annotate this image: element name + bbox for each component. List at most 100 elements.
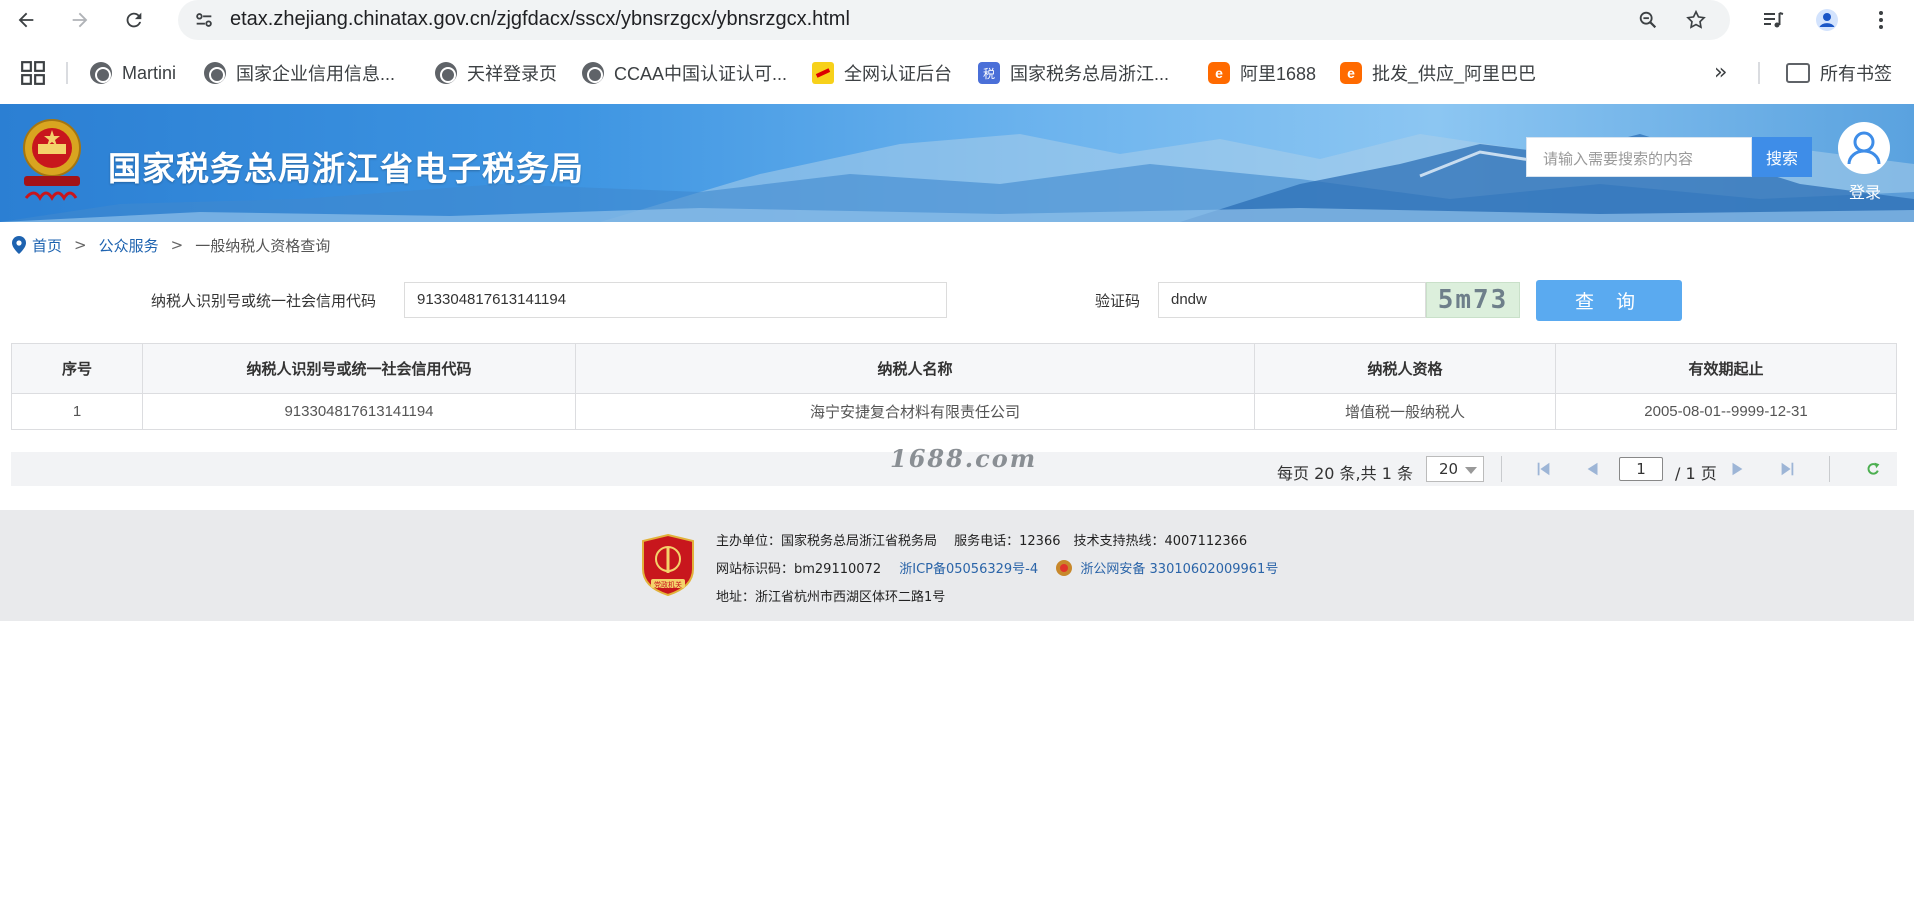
back-arrow-icon	[18, 12, 34, 28]
bookmark-label: 批发_供应_阿里巴巴	[1372, 64, 1537, 84]
bookmarks-divider	[66, 62, 68, 84]
bookmark-label: 国家企业信用信息...	[236, 64, 396, 84]
forward-button[interactable]	[64, 4, 96, 36]
more-bookmarks-chevron-icon[interactable]: »	[1714, 60, 1727, 85]
forward-arrow-icon	[72, 12, 88, 28]
police-badge-icon	[1056, 560, 1073, 576]
page-size-value: 20	[1439, 460, 1459, 478]
globe-icon	[204, 62, 226, 84]
table-cell-taxpayer-name: 海宁安捷复合材料有限责任公司	[575, 393, 1255, 430]
table-row: 1 913304817613141194 海宁安捷复合材料有限责任公司 增值税一…	[11, 393, 1897, 430]
url-text[interactable]: etax.zhejiang.chinatax.gov.cn/zjgfdacx/s…	[230, 8, 850, 31]
alibaba-logo-icon: e	[1208, 62, 1230, 84]
globe-icon	[90, 62, 112, 84]
page-size-select[interactable]: 20	[1426, 456, 1484, 482]
next-page-icon[interactable]	[1726, 458, 1748, 480]
globe-icon	[582, 62, 604, 84]
last-page-icon[interactable]	[1776, 458, 1798, 480]
footer-site-code: 网站标识码：bm29110072	[716, 562, 882, 577]
breadcrumb: 首页 > 公众服务 > 一般纳税人资格查询	[12, 234, 330, 256]
site-search-button[interactable]: 搜索	[1752, 137, 1812, 177]
previous-page-icon[interactable]	[1582, 458, 1604, 480]
login-link[interactable]: 登录	[1846, 179, 1884, 203]
bookmark-martini[interactable]: Martini	[90, 60, 176, 86]
bookmark-ali1688[interactable]: e 阿里1688	[1208, 60, 1316, 86]
first-page-icon[interactable]	[1533, 458, 1555, 480]
current-page-input[interactable]: 1	[1619, 457, 1663, 481]
table-cell-index: 1	[11, 393, 143, 430]
bookmark-credit-info[interactable]: 国家企业信用信息...	[204, 60, 395, 86]
location-pin-icon	[12, 236, 26, 254]
bookmark-tianxiang-login[interactable]: 天祥登录页	[435, 60, 557, 86]
footer-icp-link[interactable]: 浙ICP备05056329号-4	[899, 562, 1038, 577]
captcha-image[interactable]: 5m73	[1426, 282, 1520, 318]
breadcrumb-separator: >	[74, 236, 87, 254]
profile-avatar-icon[interactable]	[1812, 5, 1842, 35]
all-bookmarks-label: 所有书签	[1820, 64, 1892, 84]
refresh-icon[interactable]	[1862, 458, 1884, 480]
site-info-icon[interactable]	[190, 6, 218, 34]
government-badge-icon[interactable]: 党政机关	[641, 533, 695, 597]
table-cell-validity: 2005-08-01--9999-12-31	[1555, 393, 1897, 430]
column-header: 有效期起止	[1555, 343, 1897, 394]
bookmarks-divider	[1758, 62, 1760, 84]
results-table: 序号 纳税人识别号或统一社会信用代码 纳税人名称 纳税人资格 有效期起止 1 9…	[11, 343, 1897, 430]
bookmark-tax-zhejiang[interactable]: 税 国家税务总局浙江...	[978, 60, 1169, 86]
enterprise-logo-icon	[812, 62, 834, 84]
breadcrumb-public-service[interactable]: 公众服务	[99, 235, 159, 256]
site-title: 国家税务总局浙江省电子税务局	[108, 149, 584, 188]
bookmark-label: CCAA中国认证认可...	[614, 64, 788, 84]
folder-icon	[1786, 63, 1810, 83]
bookmark-alibaba-wholesale[interactable]: e 批发_供应_阿里巴巴	[1340, 60, 1536, 86]
bookmark-cert-backend[interactable]: 全网认证后台	[812, 60, 952, 86]
reload-button[interactable]	[118, 4, 150, 36]
watermark-text: 1688.com	[890, 444, 1038, 473]
tax-logo-icon: 税	[978, 62, 1000, 84]
footer-host-info: 主办单位：国家税务总局浙江省税务局 服务电话：12366 技术支持热线：4007…	[716, 534, 1248, 549]
bookmark-label: 阿里1688	[1240, 64, 1317, 84]
table-cell-taxpayer-id: 913304817613141194	[142, 393, 576, 430]
zoom-icon[interactable]	[1634, 6, 1662, 34]
site-search-input[interactable]: 请输入需要搜索的内容	[1526, 137, 1752, 177]
alibaba-logo-icon: e	[1340, 62, 1362, 84]
pager-summary: 每页 20 条,共 1 条	[1277, 464, 1413, 483]
media-control-icon[interactable]	[1758, 5, 1788, 35]
breadcrumb-current: 一般纳税人资格查询	[195, 236, 331, 255]
breadcrumb-home[interactable]: 首页	[32, 235, 62, 256]
back-button[interactable]	[10, 4, 42, 36]
column-header: 纳税人名称	[575, 343, 1255, 394]
bookmark-star-icon[interactable]	[1682, 6, 1710, 34]
all-bookmarks-folder[interactable]: 所有书签	[1786, 60, 1892, 86]
captcha-label: 验证码	[1095, 292, 1141, 310]
browser-menu-icon[interactable]	[1866, 5, 1896, 35]
bookmark-label: 国家税务总局浙江...	[1010, 64, 1170, 84]
bookmark-ccaa[interactable]: CCAA中国认证认可...	[582, 60, 787, 86]
footer-registration: 网站标识码：bm29110072 浙ICP备05056329号-4 浙公网安备 …	[716, 558, 1278, 577]
column-header: 纳税人资格	[1254, 343, 1556, 394]
total-pages-label: / 1 页	[1675, 464, 1717, 483]
badge-text: 党政机关	[654, 580, 682, 589]
taxpayer-id-input[interactable]: 913304817613141194	[404, 282, 947, 318]
bookmark-label: 全网认证后台	[844, 64, 952, 84]
pager-divider	[1829, 456, 1830, 482]
taxpayer-id-label: 纳税人识别号或统一社会信用代码	[151, 292, 377, 310]
table-header-row: 序号 纳税人识别号或统一社会信用代码 纳税人名称 纳税人资格 有效期起止	[11, 343, 1897, 394]
column-header: 纳税人识别号或统一社会信用代码	[142, 343, 576, 394]
reload-icon	[126, 12, 142, 28]
login-user-icon[interactable]	[1838, 122, 1890, 174]
captcha-input[interactable]: dndw	[1158, 282, 1426, 318]
table-cell-qualification: 增值税一般纳税人	[1254, 393, 1556, 430]
site-header-banner: 国家税务总局浙江省电子税务局 请输入需要搜索的内容 搜索 登录	[0, 104, 1914, 222]
bookmark-label: 天祥登录页	[467, 64, 557, 84]
apps-grid-icon[interactable]	[20, 60, 46, 86]
dropdown-caret-icon	[1465, 467, 1477, 474]
query-button[interactable]: 查 询	[1536, 280, 1682, 321]
pager-divider	[1501, 456, 1502, 482]
footer-address: 地址：浙江省杭州市西湖区体环二路1号	[716, 590, 946, 605]
bookmark-label: Martini	[122, 62, 177, 83]
bookmarks-bar: Martini 国家企业信用信息... 天祥登录页 CCAA中国认证认可... …	[0, 52, 1914, 94]
national-emblem-logo	[23, 119, 81, 201]
address-bar[interactable]: etax.zhejiang.chinatax.gov.cn/zjgfdacx/s…	[178, 0, 1730, 40]
footer-police-link[interactable]: 浙公网安备 33010602009961号	[1080, 562, 1278, 577]
globe-icon	[435, 62, 457, 84]
